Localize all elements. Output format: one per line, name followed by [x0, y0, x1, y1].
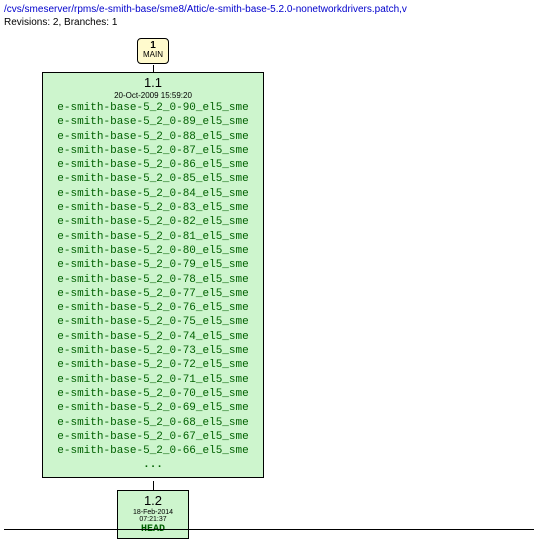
tag-item: e-smith-base-5_2_0-84_el5_sme	[47, 187, 259, 201]
revision-version: 1.1	[47, 75, 259, 90]
tag-item: e-smith-base-5_2_0-81_el5_sme	[47, 230, 259, 244]
tag-item: e-smith-base-5_2_0-88_el5_sme	[47, 130, 259, 144]
tag-item: e-smith-base-5_2_0-85_el5_sme	[47, 172, 259, 186]
tag-item: e-smith-base-5_2_0-69_el5_sme	[47, 401, 259, 415]
branch-node-main[interactable]: 1 MAIN	[137, 38, 169, 64]
tag-item: e-smith-base-5_2_0-75_el5_sme	[47, 315, 259, 329]
revision-graph: 1 MAIN 1.1 20-Oct-2009 15:59:20 e-smith-…	[4, 36, 534, 531]
tag-item: e-smith-base-5_2_0-80_el5_sme	[47, 244, 259, 258]
revision-version: 1.2	[122, 493, 184, 508]
revisions-info: Revisions: 2, Branches: 1	[4, 17, 538, 28]
tag-item: e-smith-base-5_2_0-74_el5_sme	[47, 330, 259, 344]
tag-item: e-smith-base-5_2_0-73_el5_sme	[47, 344, 259, 358]
connector-line	[153, 481, 154, 490]
file-path: /cvs/smeserver/rpms/e-smith-base/sme8/At…	[4, 4, 538, 15]
tag-item: e-smith-base-5_2_0-70_el5_sme	[47, 387, 259, 401]
revision-node-1[interactable]: 1.1 20-Oct-2009 15:59:20 e-smith-base-5_…	[42, 72, 264, 478]
tag-item: e-smith-base-5_2_0-76_el5_sme	[47, 301, 259, 315]
revision-date: 20-Oct-2009 15:59:20	[47, 91, 259, 100]
tag-list: e-smith-base-5_2_0-90_el5_smee-smith-bas…	[47, 101, 259, 473]
tag-item: e-smith-base-5_2_0-83_el5_sme	[47, 201, 259, 215]
revision-node-2[interactable]: 1.2 18-Feb-2014 07:21:37 HEAD	[117, 490, 189, 539]
tag-item: e-smith-base-5_2_0-68_el5_sme	[47, 416, 259, 430]
tag-item: e-smith-base-5_2_0-72_el5_sme	[47, 358, 259, 372]
revision-date: 18-Feb-2014 07:21:37	[122, 509, 184, 523]
tag-item: e-smith-base-5_2_0-86_el5_sme	[47, 158, 259, 172]
head-label: HEAD	[122, 524, 184, 535]
branch-name: MAIN	[138, 51, 168, 60]
tag-item: e-smith-base-5_2_0-79_el5_sme	[47, 258, 259, 272]
tag-item: e-smith-base-5_2_0-82_el5_sme	[47, 215, 259, 229]
tags-more: ...	[47, 458, 259, 472]
tag-item: e-smith-base-5_2_0-67_el5_sme	[47, 430, 259, 444]
tag-item: e-smith-base-5_2_0-66_el5_sme	[47, 444, 259, 458]
tag-item: e-smith-base-5_2_0-87_el5_sme	[47, 144, 259, 158]
connector-line	[153, 65, 154, 72]
tag-item: e-smith-base-5_2_0-90_el5_sme	[47, 101, 259, 115]
tag-item: e-smith-base-5_2_0-71_el5_sme	[47, 373, 259, 387]
tag-item: e-smith-base-5_2_0-77_el5_sme	[47, 287, 259, 301]
tag-item: e-smith-base-5_2_0-89_el5_sme	[47, 115, 259, 129]
tag-item: e-smith-base-5_2_0-78_el5_sme	[47, 273, 259, 287]
